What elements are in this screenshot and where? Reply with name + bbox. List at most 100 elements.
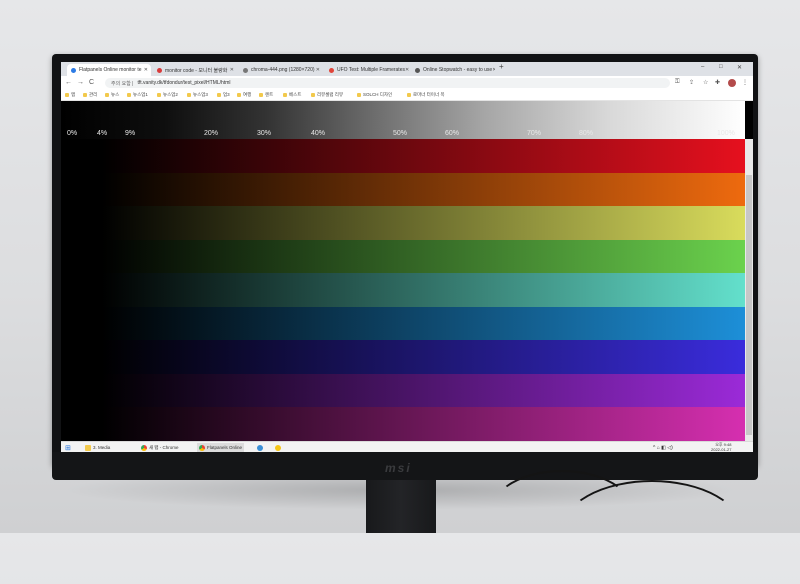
- color-bar: [61, 206, 745, 240]
- percent-label: 100%: [717, 130, 735, 137]
- close-icon[interactable]: ✕: [405, 67, 409, 73]
- folder-icon: [259, 93, 263, 97]
- folder-icon: [127, 93, 131, 97]
- taskbar-item-chrome-newtab[interactable]: 새 탭 - Chrome: [141, 443, 179, 452]
- forward-button[interactable]: →: [77, 79, 84, 86]
- percent-label: 60%: [445, 130, 460, 137]
- maximize-button[interactable]: □: [719, 64, 723, 70]
- taskbar-item-chat[interactable]: [275, 443, 283, 452]
- folder-icon: [237, 93, 241, 97]
- address-url: tft.vanity.dk/tfdondur/test_pixel/HTML/h…: [137, 80, 231, 86]
- color-bar: [61, 239, 745, 274]
- taskbar-item-flatpanels[interactable]: Flatpanels Online: [197, 443, 245, 452]
- folder-icon: [85, 444, 91, 451]
- tab-title: Flatpanels Online monitor te: [79, 67, 142, 73]
- percent-label: 9%: [125, 130, 136, 137]
- color-bar: [61, 139, 745, 173]
- bookmark-item[interactable]: 리뷰셀럽 리뷰: [311, 92, 343, 98]
- star-icon[interactable]: ☆: [703, 79, 708, 86]
- clock[interactable]: 오후 9:48 2022-01-27: [711, 442, 731, 452]
- bookmark-item[interactable]: 로마너 터이너 목: [407, 92, 444, 98]
- bookmark-item[interactable]: 렌트: [259, 92, 273, 98]
- percent-label: 20%: [204, 130, 219, 137]
- scrollbar[interactable]: [745, 139, 753, 441]
- bookmark-item[interactable]: 뉴스업3: [187, 92, 208, 98]
- bookmark-item[interactable]: 뉴스업2: [157, 92, 178, 98]
- brand-logo: msi: [385, 461, 412, 475]
- percent-label: 80%: [579, 130, 594, 137]
- folder-icon: [105, 93, 109, 97]
- tab-ufo-test[interactable]: UFO Test: Multiple Framerates ✕: [325, 64, 409, 76]
- tab-favicon: [329, 67, 334, 73]
- bookmark-item[interactable]: 베스트: [283, 92, 301, 98]
- folder-icon: [311, 93, 315, 97]
- menu-icon[interactable]: ⋮: [742, 79, 748, 86]
- folder-icon: [407, 93, 411, 97]
- bookmark-item[interactable]: 업3: [217, 92, 230, 98]
- security-indicator[interactable]: 주의 요함 |: [111, 80, 133, 87]
- cable: [560, 480, 744, 584]
- bookmark-item[interactable]: 뉴스: [105, 92, 119, 98]
- tab-monitor-code[interactable]: monitor code - 모니터 불량화 ✕: [153, 64, 237, 76]
- tab-chroma[interactable]: chroma-444.png (1280×720) ✕: [239, 64, 323, 76]
- folder-icon: [357, 93, 361, 97]
- color-bar: [61, 340, 745, 374]
- color-bar: [61, 373, 745, 408]
- bookmark-item[interactable]: 관리: [83, 92, 97, 98]
- windows-icon[interactable]: ⊞: [65, 443, 71, 452]
- reload-button[interactable]: C: [89, 79, 94, 86]
- avatar[interactable]: [728, 79, 736, 87]
- test-page: 0% 4% 9% 20% 30% 40% 50% 60% 70% 80% 90%…: [61, 101, 753, 441]
- taskbar: ⊞ 3. Media 새 탭 - Chrome Flatpanels Onlin…: [61, 441, 753, 452]
- folder-icon: [157, 93, 161, 97]
- color-bar: [61, 407, 745, 441]
- bookmark-item[interactable]: 뉴스업1: [127, 92, 148, 98]
- color-bar: [61, 273, 745, 307]
- minimize-button[interactable]: –: [701, 64, 704, 70]
- folder-icon: [217, 93, 221, 97]
- chat-icon: [275, 444, 281, 451]
- close-icon[interactable]: ✕: [316, 67, 320, 73]
- key-icon[interactable]: ⚿: [675, 79, 680, 86]
- chrome-icon: [199, 444, 205, 451]
- bookmark-item[interactable]: 여행: [237, 92, 251, 98]
- scrollbar-thumb[interactable]: [746, 175, 752, 435]
- percent-label: 30%: [257, 130, 272, 137]
- tab-favicon: [415, 67, 420, 73]
- close-window-button[interactable]: ✕: [737, 64, 742, 71]
- bookmarks-bar: 앱 관리 뉴스 뉴스업1 뉴스업2 뉴스업3 업3 여행 렌트 베스트 리뷰셀럽…: [61, 90, 753, 101]
- share-icon[interactable]: ⇪: [689, 79, 694, 86]
- folder-icon: [283, 93, 287, 97]
- close-icon[interactable]: ✕: [230, 67, 234, 73]
- bookmark-item[interactable]: SOLCH 디자인: [357, 92, 392, 98]
- extension-icon[interactable]: ✚: [715, 79, 720, 86]
- browser-toolbar: ← → C 주의 요함 | tft.vanity.dk/tfdondur/tes…: [61, 76, 753, 90]
- back-button[interactable]: ←: [65, 79, 72, 86]
- tab-favicon: [71, 67, 76, 73]
- new-tab-button[interactable]: +: [499, 62, 504, 71]
- tab-flatpanels[interactable]: Flatpanels Online monitor te ✕: [67, 64, 151, 76]
- percent-label: 4%: [97, 130, 108, 137]
- address-bar[interactable]: 주의 요함 | tft.vanity.dk/tfdondur/test_pixe…: [105, 78, 670, 88]
- color-bar: [61, 172, 745, 207]
- monitor-stand: [366, 480, 436, 533]
- app-icon: [257, 444, 263, 451]
- tab-title: chroma-444.png (1280×720): [251, 67, 315, 73]
- close-icon[interactable]: ✕: [492, 67, 495, 73]
- taskbar-item-media[interactable]: 3. Media: [85, 443, 110, 452]
- percent-label: 40%: [311, 130, 326, 137]
- percent-label: 0%: [67, 130, 78, 137]
- percent-label: 70%: [527, 130, 542, 137]
- bookmark-item[interactable]: 앱: [65, 92, 75, 98]
- folder-icon: [83, 93, 87, 97]
- chrome-icon: [141, 444, 147, 451]
- percent-label: 90%: [663, 130, 678, 137]
- tab-stopwatch[interactable]: Online Stopwatch - easy to use ✕: [411, 64, 495, 76]
- taskbar-item-app[interactable]: [257, 443, 265, 452]
- close-icon[interactable]: ✕: [144, 67, 148, 73]
- color-bar: [61, 306, 745, 341]
- clock-date: 2022-01-27: [711, 447, 732, 452]
- tab-favicon: [157, 67, 162, 73]
- percent-label: 50%: [393, 130, 408, 137]
- tray-icons[interactable]: ^ ⌂ ◧ ◁): [653, 443, 673, 452]
